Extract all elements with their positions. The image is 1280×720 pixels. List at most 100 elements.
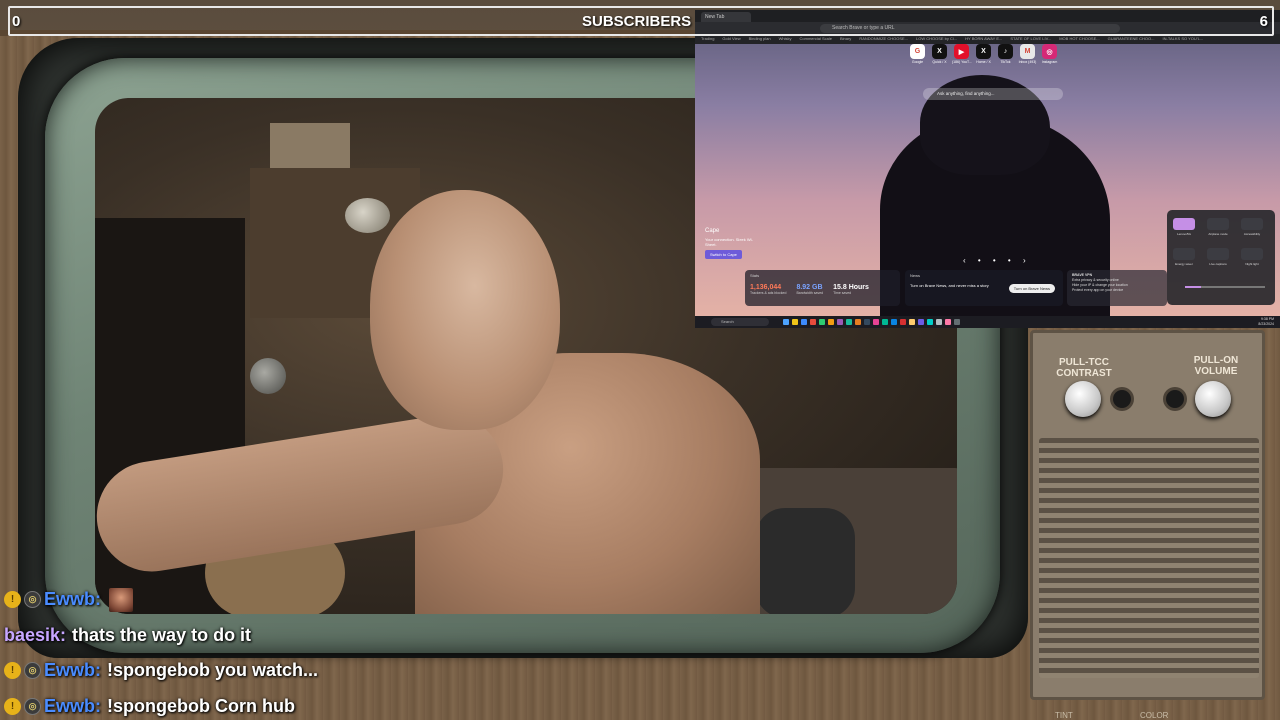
shortcut-tile[interactable]: G Google [908, 44, 927, 64]
news-text: Turn on Brave News, and never miss a sto… [910, 283, 989, 288]
quick-setting-tile[interactable] [1241, 248, 1263, 260]
stat-label: Time saved [833, 291, 852, 295]
bookmark-item[interactable]: Binding plan [749, 36, 771, 41]
bookmark-item[interactable]: Binary [840, 36, 851, 41]
cape-title: Cape [705, 228, 720, 234]
taskbar-app-icon[interactable] [945, 319, 951, 325]
vpn-feature: Protect every app on your device [1072, 288, 1124, 292]
tv-control-panel: PULL-TCC CONTRAST PULL-ON VOLUME [1030, 330, 1265, 700]
taskbar-app-icon[interactable] [873, 319, 879, 325]
taskbar-app-icon[interactable] [783, 319, 789, 325]
tiktok-icon: ♪ [998, 44, 1013, 59]
bookmark-item[interactable]: Whisky [779, 36, 792, 41]
quick-setting-tile[interactable] [1241, 218, 1263, 230]
subscriber-count-right: 6 [1259, 13, 1268, 30]
taskbar-app-icon[interactable] [936, 319, 942, 325]
x-icon: X [932, 44, 947, 59]
bookmark-item[interactable]: Trading [701, 36, 714, 41]
chat-username[interactable]: baesik: [4, 625, 66, 646]
chat-text: !spongebob you watch... [107, 660, 318, 681]
bookmark-item[interactable]: Gold View [722, 36, 740, 41]
stat-value: 15.8 Hours [833, 284, 869, 291]
stat-item: 1,136,044 Trackers & ads blocked [750, 284, 786, 295]
chat-username[interactable]: Ewwb: [44, 660, 101, 681]
contrast-button[interactable] [1113, 390, 1131, 408]
stat-item: 15.8 Hours Time saved [833, 284, 869, 295]
shelf-box [270, 123, 350, 168]
news-button[interactable]: Turn on Brave News [1008, 284, 1055, 293]
cape-button[interactable]: Switch to Cape [705, 250, 742, 259]
news-card: News Turn on Brave News, and never miss … [905, 270, 1063, 306]
shortcut-tile[interactable]: X Home / X [974, 44, 993, 64]
quick-setting-tile[interactable] [1207, 248, 1229, 260]
taskbar-app-icon[interactable] [855, 319, 861, 325]
shortcut-label: Inbox (493) [1018, 60, 1037, 64]
quick-settings-panel: Lenovo5G Airplane mode Accessibility Energy… [1167, 210, 1275, 305]
taskbar-clock: 9:38 PM 8/23/2024 [1258, 317, 1274, 326]
bits-badge-icon: ◎ [24, 697, 41, 715]
browser-capture: New Tab Search Brave or type a URL Tradi… [695, 10, 1280, 328]
quick-setting-tile[interactable] [1173, 218, 1195, 230]
subscriber-count-left: 0 [12, 13, 21, 30]
chat-message: ! ◎ Ewwb: !spongebob you watch... [4, 653, 524, 689]
shortcut-tile[interactable]: X Quick / X [930, 44, 949, 64]
bookmark-item[interactable]: STATE OF LOVE LIV... [1010, 36, 1051, 41]
quick-setting-label: Accessibility [1243, 232, 1261, 236]
taskbar-app-icon[interactable] [891, 319, 897, 325]
chat-username[interactable]: Ewwb: [44, 589, 101, 610]
shortcut-tile[interactable]: ♪ TikTok [996, 44, 1015, 64]
taskbar-app-icon[interactable] [810, 319, 816, 325]
contrast-knob[interactable] [1065, 381, 1101, 417]
speaker-grille [1039, 438, 1259, 678]
volume-knob[interactable] [1195, 381, 1231, 417]
taskbar-app-icon[interactable] [837, 319, 843, 325]
tint-label: TINT [1055, 711, 1073, 720]
bookmark-item[interactable]: RANDONMIZE CHOOSE... [859, 36, 908, 41]
taskbar-app-icon[interactable] [954, 319, 960, 325]
quick-setting-tile[interactable] [1173, 248, 1195, 260]
new-tab-search[interactable]: Ask anything, find anything... [923, 88, 1063, 100]
taskbar-app-icon[interactable] [819, 319, 825, 325]
shortcut-tile[interactable]: ▶ (186) YouT... [952, 44, 972, 64]
shortcut-tile[interactable]: M Inbox (493) [1018, 44, 1037, 64]
volume-button[interactable] [1166, 390, 1184, 408]
bookmark-item[interactable]: MOB HOT CHOOSE... [1059, 36, 1099, 41]
taskbar-app-icon[interactable] [918, 319, 924, 325]
subscribers-label: SUBSCRIBERS [582, 13, 692, 30]
chat-message: ! ◎ Ewwb: !spongebob Corn hub [4, 689, 524, 720]
taskbar-search[interactable]: Search [711, 318, 769, 326]
bits-badge-icon: ◎ [24, 662, 41, 680]
bookmark-item[interactable]: GUARANTEENE CHOO... [1108, 36, 1155, 41]
youtube-icon: ▶ [954, 44, 969, 59]
taskbar-app-icon[interactable] [801, 319, 807, 325]
quick-setting-label: Lenovo5G [1177, 232, 1191, 236]
quick-setting-label: Airplane mode [1208, 232, 1228, 236]
taskbar-app-icon[interactable] [900, 319, 906, 325]
clock-time: 9:38 PM [1260, 317, 1274, 321]
shortcut-tile[interactable]: ◎ Instagram [1040, 44, 1059, 64]
chat-username[interactable]: Ewwb: [44, 696, 101, 717]
taskbar-app-icon[interactable] [792, 319, 798, 325]
stat-label: Bandwidth saved [796, 291, 824, 295]
taskbar: Search 9:38 PM 8/23/2024 [695, 316, 1280, 328]
stream-scene: PULL-TCC CONTRAST PULL-ON VOLUME TINT CO… [0, 0, 1280, 720]
shortcut-label: Google [911, 60, 924, 64]
taskbar-app-icon[interactable] [864, 319, 870, 325]
volume-label: PULL-ON VOLUME [1193, 355, 1239, 377]
bookmark-item[interactable]: HY BORN AWAY E... [965, 36, 1002, 41]
taskbar-app-icon[interactable] [927, 319, 933, 325]
brightness-slider[interactable] [1185, 286, 1265, 288]
taskbar-app-icon[interactable] [846, 319, 852, 325]
bookmark-item[interactable]: IN-TALKS SO YOU'L... [1163, 36, 1204, 41]
chat-overlay: ! ◎ Ewwb: baesik: thats the way to do it! ◎ Ew… [4, 582, 524, 720]
carousel-controls[interactable]: ‹ • • • › [963, 256, 1031, 265]
bookmark-item[interactable]: Commercial Scale [800, 36, 832, 41]
taskbar-app-icon[interactable] [882, 319, 888, 325]
taskbar-app-icon[interactable] [909, 319, 915, 325]
clock-date: 8/23/2024 [1258, 321, 1274, 326]
shortcut-label: Instagram [1041, 60, 1058, 64]
bookmark-item[interactable]: LOW CHOOSE by Cl... [916, 36, 957, 41]
shortcut-label: TikTok [1000, 60, 1011, 64]
quick-setting-tile[interactable] [1207, 218, 1229, 230]
taskbar-app-icon[interactable] [828, 319, 834, 325]
